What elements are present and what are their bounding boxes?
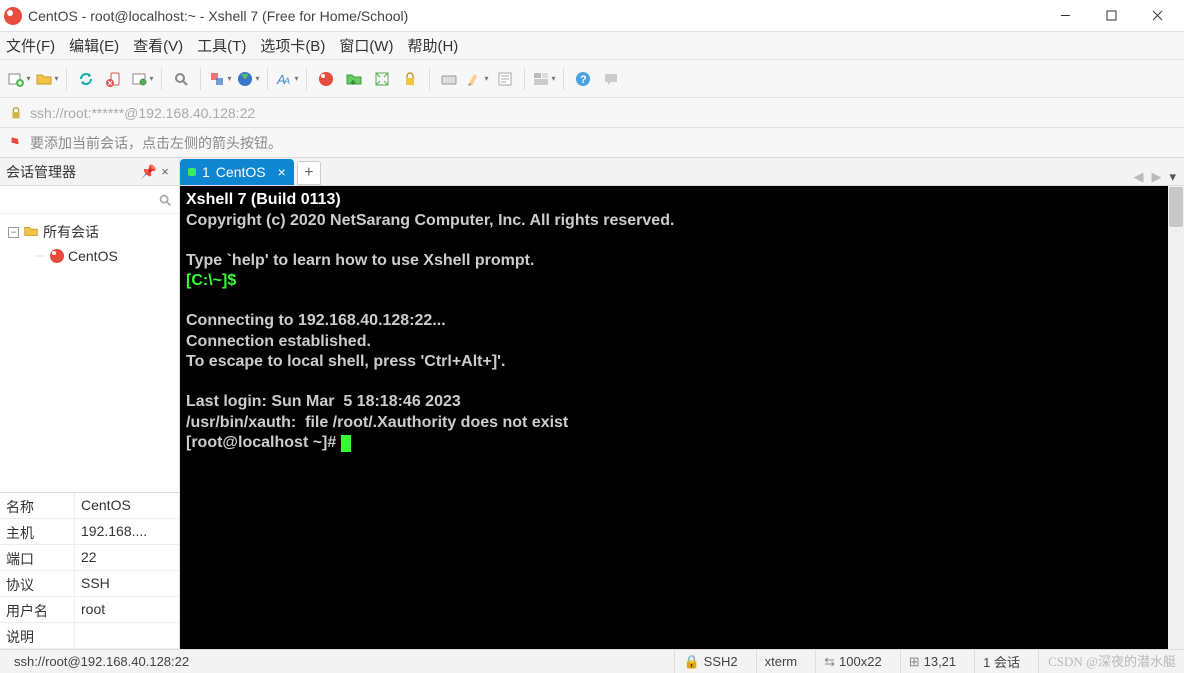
- status-sessions: 1 会话: [974, 650, 1028, 673]
- script-button[interactable]: [492, 66, 518, 92]
- panel-close-icon[interactable]: ×: [157, 164, 173, 180]
- status-cursor: ⊞13,21: [900, 650, 964, 673]
- xftp-button[interactable]: [341, 66, 367, 92]
- maximize-button[interactable]: [1088, 1, 1134, 31]
- address-text: ssh://root:******@192.168.40.128:22: [30, 105, 255, 121]
- status-address: ssh://root@192.168.40.128:22: [6, 650, 664, 673]
- reconnect-button[interactable]: [73, 66, 99, 92]
- status-bar: ssh://root@192.168.40.128:22 🔒SSH2 xterm…: [0, 649, 1184, 673]
- tab-close-icon[interactable]: ×: [278, 164, 286, 180]
- tree-root-label: 所有会话: [43, 222, 99, 242]
- tree-root[interactable]: − 所有会话: [4, 220, 175, 244]
- keyboard-button[interactable]: [436, 66, 462, 92]
- title-bar: CentOS - root@localhost:~ - Xshell 7 (Fr…: [0, 0, 1184, 32]
- watermark: CSDN @深夜的潜水艇: [1048, 651, 1176, 670]
- status-ssh: 🔒SSH2: [674, 650, 745, 673]
- paste-button[interactable]: [235, 66, 261, 92]
- feedback-button[interactable]: [598, 66, 624, 92]
- cursor: [341, 435, 351, 452]
- tree-item-centos[interactable]: ⋯ CentOS: [4, 244, 175, 268]
- panel-title: 会话管理器: [6, 162, 141, 182]
- search-button[interactable]: [168, 66, 194, 92]
- toolbar: AA ?: [0, 60, 1184, 98]
- close-button[interactable]: [1134, 1, 1180, 31]
- open-button[interactable]: [34, 66, 60, 92]
- tab-bar: 1 CentOS × + ◀ ▶ ▾: [180, 158, 1184, 186]
- status-term: xterm: [756, 650, 806, 673]
- tree-child-label: CentOS: [68, 248, 118, 264]
- session-tree: − 所有会话 ⋯ CentOS: [0, 214, 179, 492]
- font-button[interactable]: AA: [274, 66, 300, 92]
- session-manager-panel: 会话管理器 📌 × − 所有会话 ⋯ CentOS 名称CentOS 主机192…: [0, 158, 180, 649]
- menu-bar: 文件(F) 编辑(E) 查看(V) 工具(T) 选项卡(B) 窗口(W) 帮助(…: [0, 32, 1184, 60]
- disconnect-button[interactable]: [101, 66, 127, 92]
- menu-tools[interactable]: 工具(T): [197, 35, 246, 56]
- search-icon[interactable]: [157, 192, 173, 208]
- fullscreen-button[interactable]: [369, 66, 395, 92]
- tab-centos[interactable]: 1 CentOS ×: [180, 159, 294, 185]
- layout-button[interactable]: [531, 66, 557, 92]
- status-dot-icon: [188, 168, 196, 176]
- folder-icon: [23, 223, 39, 242]
- flag-icon: [8, 135, 24, 151]
- status-size: ⇆100x22: [815, 650, 890, 673]
- tab-menu-icon[interactable]: ▾: [1169, 169, 1176, 185]
- hint-text: 要添加当前会话，点击左侧的箭头按钮。: [30, 133, 282, 153]
- menu-window[interactable]: 窗口(W): [339, 35, 393, 56]
- tab-prev-icon[interactable]: ◀: [1133, 169, 1143, 185]
- window-title: CentOS - root@localhost:~ - Xshell 7 (Fr…: [28, 8, 1042, 24]
- address-bar[interactable]: ssh://root:******@192.168.40.128:22: [0, 98, 1184, 128]
- copy-button[interactable]: [207, 66, 233, 92]
- hint-bar: 要添加当前会话，点击左侧的箭头按钮。: [0, 128, 1184, 158]
- minimize-button[interactable]: [1042, 1, 1088, 31]
- svg-text:?: ?: [580, 74, 587, 86]
- add-tab-button[interactable]: +: [297, 161, 321, 185]
- lock-icon: [8, 105, 24, 121]
- session-icon: [50, 249, 64, 263]
- properties-panel: 名称CentOS 主机192.168.... 端口22 协议SSH 用户名roo…: [0, 492, 179, 649]
- menu-file[interactable]: 文件(F): [6, 35, 55, 56]
- menu-tabs[interactable]: 选项卡(B): [260, 35, 325, 56]
- xshell-icon[interactable]: [313, 66, 339, 92]
- svg-text:A: A: [283, 76, 290, 86]
- lock-button[interactable]: [397, 66, 423, 92]
- help-button[interactable]: ?: [570, 66, 596, 92]
- new-session-button[interactable]: [6, 66, 32, 92]
- app-icon: [4, 7, 22, 25]
- menu-view[interactable]: 查看(V): [133, 35, 183, 56]
- menu-edit[interactable]: 编辑(E): [69, 35, 119, 56]
- scrollbar[interactable]: [1168, 186, 1184, 649]
- tab-next-icon[interactable]: ▶: [1151, 169, 1161, 185]
- terminal[interactable]: Xshell 7 (Build 0113) Copyright (c) 2020…: [180, 186, 1184, 649]
- properties-button[interactable]: [129, 66, 155, 92]
- collapse-icon[interactable]: −: [8, 227, 19, 238]
- menu-help[interactable]: 帮助(H): [407, 35, 458, 56]
- highlight-button[interactable]: [464, 66, 490, 92]
- pin-icon[interactable]: 📌: [141, 164, 157, 180]
